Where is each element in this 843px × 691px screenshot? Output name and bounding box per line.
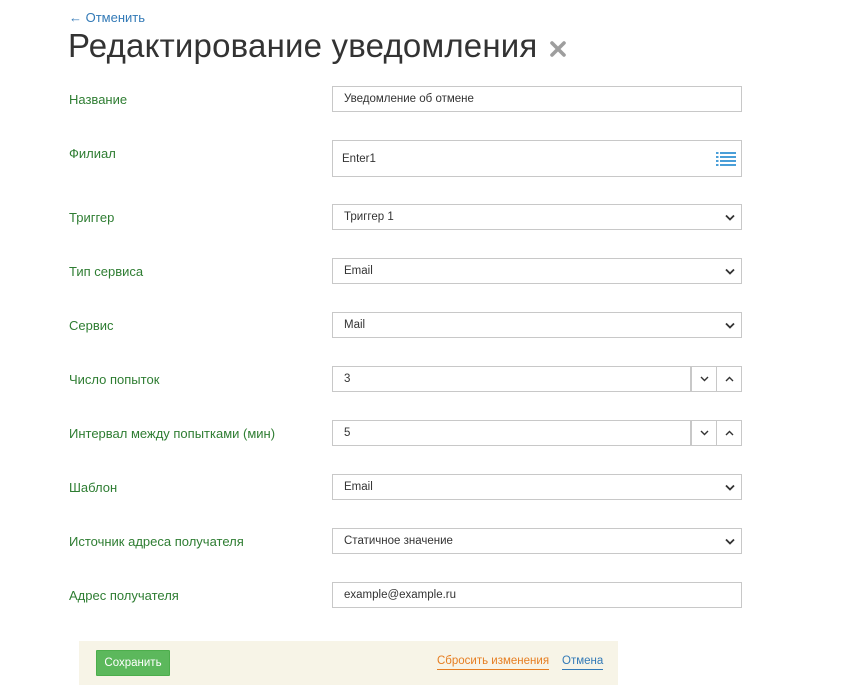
interval-value: 5 (344, 427, 351, 439)
chevron-down-icon (719, 529, 741, 553)
list-icon[interactable] (711, 141, 741, 176)
trigger-label: Триггер (69, 210, 115, 225)
service-select[interactable]: Mail (332, 312, 742, 338)
service-value: Mail (344, 319, 366, 331)
attempts-decrement-button[interactable] (691, 366, 717, 392)
interval-increment-button[interactable] (716, 420, 742, 446)
attempts-label: Число попыток (69, 372, 160, 387)
recipient-address-input[interactable]: example@example.ru (332, 582, 742, 608)
template-label: Шаблон (69, 480, 118, 495)
save-button[interactable]: Сохранить (96, 650, 170, 676)
chevron-down-icon (719, 313, 741, 337)
title-row: Редактирование уведомления (68, 26, 567, 66)
chevron-down-icon (700, 430, 708, 436)
trigger-select[interactable]: Триггер 1 (332, 204, 742, 230)
recipient-source-label: Источник адреса получателя (69, 534, 244, 549)
name-label: Название (69, 92, 128, 107)
template-select[interactable]: Email (332, 474, 742, 500)
chevron-down-icon (700, 376, 708, 382)
chevron-up-icon (725, 376, 733, 382)
branch-value: Enter1 (342, 152, 376, 165)
back-cancel-link[interactable]: ← Отменить (69, 10, 145, 25)
service-type-select[interactable]: Email (332, 258, 742, 284)
form-actions-bar: Сохранить Сбросить изменения Отмена (79, 641, 618, 685)
page-title: Редактирование уведомления (68, 27, 538, 64)
recipient-source-select[interactable]: Статичное значение (332, 528, 742, 554)
interval-label: Интервал между попытками (мин) (69, 426, 276, 441)
interval-input[interactable]: 5 (332, 420, 691, 446)
attempts-value: 3 (344, 373, 351, 385)
name-value: Уведомление об отмене (344, 93, 474, 105)
chevron-down-icon (719, 259, 741, 283)
service-type-label: Тип сервиса (69, 264, 144, 279)
attempts-input[interactable]: 3 (332, 366, 691, 392)
recipient-source-value: Статичное значение (344, 535, 453, 547)
service-type-value: Email (344, 265, 373, 277)
chevron-down-icon (719, 475, 741, 499)
close-x-icon[interactable] (549, 40, 567, 58)
template-value: Email (344, 481, 373, 493)
chevron-up-icon (725, 430, 733, 436)
branch-label: Филиал (69, 146, 116, 161)
trigger-value: Триггер 1 (344, 211, 394, 223)
service-label: Сервис (69, 318, 114, 333)
name-input[interactable]: Уведомление об отмене (332, 86, 742, 112)
cancel-link[interactable]: Отмена (562, 655, 604, 670)
chevron-down-icon (719, 205, 741, 229)
reset-changes-link[interactable]: Сбросить изменения (437, 655, 550, 670)
recipient-address-label: Адрес получателя (69, 588, 179, 603)
recipient-address-value: example@example.ru (344, 589, 457, 601)
branch-field[interactable]: Enter1 (332, 140, 742, 177)
attempts-increment-button[interactable] (716, 366, 742, 392)
interval-decrement-button[interactable] (691, 420, 717, 446)
